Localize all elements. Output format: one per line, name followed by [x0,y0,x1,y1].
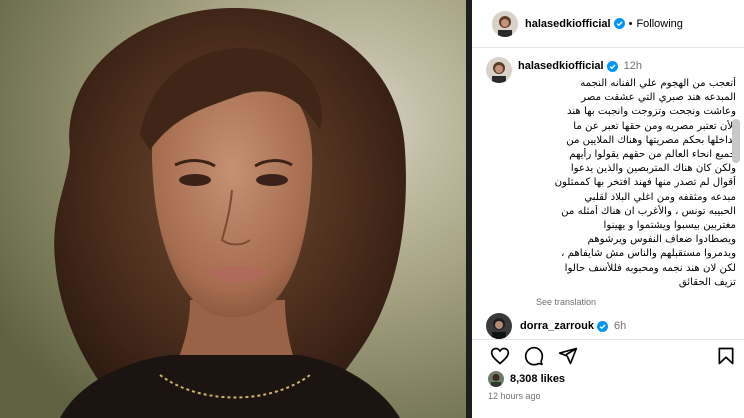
verified-badge-icon [596,320,608,332]
caption-line: الأن تعتبر مصريه ومن حقها تعبر عن ما [573,120,736,132]
caption-line: المبدعه هند صبري التي عشقت مصر [581,92,736,104]
bookmark-icon[interactable] [716,346,736,366]
comment-time: 6h [613,320,627,332]
liker-avatar[interactable] [488,371,504,387]
caption-line: ويدمروا مستقبلهم والناس مش شايفاهم ، [561,248,736,260]
caption-time: 12h [623,60,642,72]
portrait-image [0,0,466,418]
caption-line: ولكن كان هناك المتربصين والذين يدعوا [570,163,736,175]
post-photo [0,0,466,418]
heart-icon[interactable] [490,346,510,366]
caption-line: ويصطادوا ضعاف النفوس ويرشوهم [587,234,736,246]
caption-meta: halasedkiofficial 12h [518,60,642,72]
caption-line: جميع انحاء العالم من حقهم يقولوا رأيهم [569,149,736,161]
caption-text: أتعجب من الهجوم علي الفنانه النجمه المبد… [522,77,736,290]
commenter-avatar[interactable] [486,313,512,339]
caption-line: مغتربين بيسبوا ويشتموا و يهينوا [603,220,736,232]
author-username[interactable]: halasedkiofficial [525,18,611,30]
post-timestamp: 12 hours ago [488,391,541,401]
post-header: halasedkiofficial • Following [472,0,744,48]
verified-badge-icon [613,18,625,29]
likes-count[interactable]: 8,308 likes [510,373,565,385]
likes-row: 8,308 likes [488,371,565,387]
caption-line: وعاشت ونجحت وتزوجت وانجبت بها هند [566,106,736,118]
comment-row: dorra_zarrouk 6h [486,313,626,339]
commenter-username[interactable]: dorra_zarrouk [520,320,594,332]
comments-scrollbar[interactable] [732,119,740,167]
caption-avatar[interactable] [486,57,512,83]
caption-line: مبدعه ومثقفه ومن اغلي البلاد لقلبي [584,191,736,203]
post-side-panel: halasedkiofficial • Following halasedkio… [466,0,744,418]
caption-username[interactable]: halasedkiofficial [518,60,604,72]
caption-line: أقوال لم تصدر منها فهند افتخر بها كممثلو… [554,177,736,189]
verified-badge-icon [606,60,618,72]
comments-area[interactable]: halasedkiofficial 12h أتعجب من الهجوم عل… [472,49,744,339]
action-bar [472,339,744,369]
scrollbar-thumb[interactable] [732,119,740,163]
caption-line: تزيف الحقائق [678,276,736,288]
caption-line: الحبيبه تونس ، والأغرب ان هناك أمثله من [561,205,736,217]
separator-dot: • [628,17,633,30]
following-button[interactable]: Following [636,18,682,30]
share-icon[interactable] [558,346,578,366]
caption-line: أتعجب من الهجوم علي الفنانه النجمه [580,78,736,89]
comment-icon[interactable] [524,346,544,366]
author-avatar[interactable] [492,10,518,37]
caption-line: بداخلها بحكم مصريتها وهناك الملايين من [566,134,736,146]
see-translation-link[interactable]: See translation [536,297,596,307]
caption-line: لكن لان هند نجمه ومحبوبه فللأسف حالوا [564,262,736,274]
